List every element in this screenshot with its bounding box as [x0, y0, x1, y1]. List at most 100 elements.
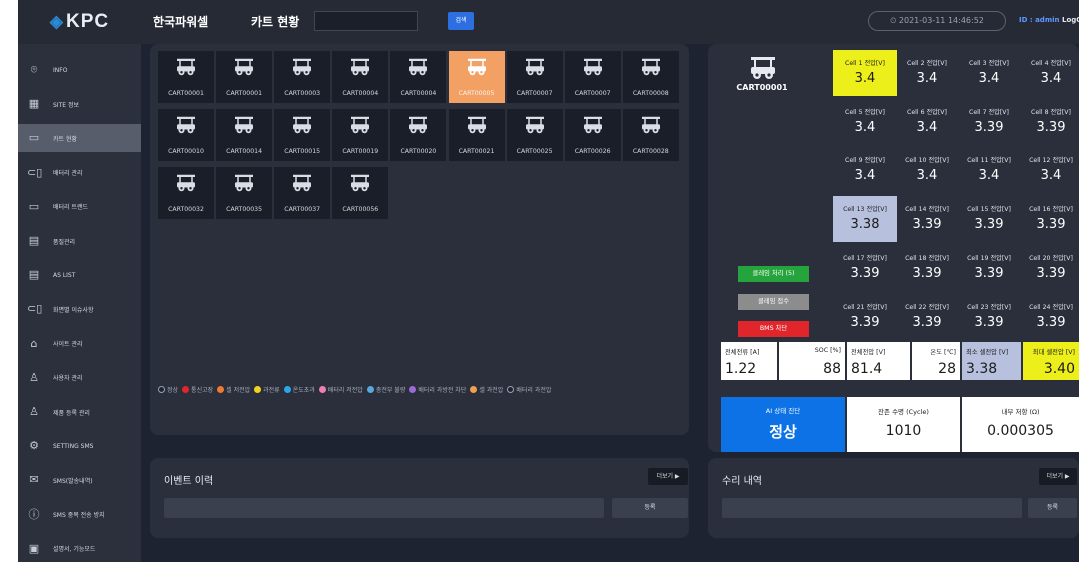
sidebar-item[interactable]: ⌂ 사이트 관리: [18, 330, 141, 358]
cart-tile-label: CART00056: [342, 206, 379, 213]
cart-tile[interactable]: CART00003: [274, 51, 331, 103]
golf-cart-icon: [293, 58, 312, 76]
logout-link[interactable]: LogOut: [1062, 16, 1079, 24]
legend-label: 정상: [167, 387, 179, 394]
cell-voltage: Cell 7 전압[V] 3.39: [957, 99, 1021, 145]
sidebar-item[interactable]: ♙ 제품 등록 관리: [18, 398, 141, 426]
event-more-button[interactable]: 더보기 ▶: [648, 468, 688, 485]
event-input[interactable]: [164, 498, 604, 518]
sidebar: ◈ KPC ⌾ INFO ▦ SITE 정보 ▭ 카트 현황 ⊂▯ 배터리 관리 ▭ 배터리 트랜드…: [18, 0, 141, 562]
cart-tile[interactable]: CART00010: [158, 109, 214, 161]
legend-item: 셀 과전압: [470, 385, 503, 394]
logo[interactable]: ◈ KPC: [18, 0, 141, 44]
summary-stat: SOC [%] 88: [779, 342, 845, 380]
cell-voltage-label: Cell 8 전압[V]: [1031, 108, 1071, 116]
cell-voltage-label: Cell 21 전압[V]: [843, 303, 887, 311]
cell-voltage: Cell 14 전압[V] 3.39: [895, 196, 959, 242]
repair-more-button[interactable]: 더보기 ▶: [1039, 468, 1077, 485]
repair-register-button[interactable]: 등록: [1028, 498, 1077, 518]
status-dot-icon: [158, 386, 165, 393]
status-dot-icon: [470, 386, 478, 393]
event-register-button[interactable]: 등록: [612, 498, 688, 518]
cart-tile[interactable]: CART00001: [216, 51, 273, 103]
legend-label: 배터리 저전압: [327, 387, 363, 394]
claim-receipt-button[interactable]: 클레임 접수: [738, 294, 809, 310]
cart-tile[interactable]: CART00019: [332, 109, 389, 161]
cart-tile[interactable]: CART00001: [158, 51, 214, 103]
cart-tile-label: CART00007: [574, 90, 611, 97]
legend-label: 셀 과전압: [479, 387, 504, 394]
sidebar-item[interactable]: ⓘ SMS 중복 전송 방지: [18, 501, 141, 529]
cart-tile-label: CART00035: [226, 206, 263, 213]
cart-tile[interactable]: CART00035: [216, 167, 273, 219]
sidebar-item[interactable]: ▤ 품질관리: [18, 227, 141, 255]
cart-tile-label: CART00020: [400, 148, 437, 155]
cell-voltage-value: 3.4: [854, 119, 876, 135]
sidebar-item[interactable]: ✉ SMS(발송내역): [18, 466, 141, 494]
cell-voltage: Cell 16 전압[V] 3.39: [1019, 196, 1079, 242]
cart-tile[interactable]: CART00007: [506, 51, 563, 103]
cart-tile[interactable]: CART00056: [332, 167, 389, 219]
sidebar-item[interactable]: ⚙ SETTING SMS: [18, 432, 141, 460]
summary-stat-label: SOC [%]: [814, 347, 841, 354]
claim-process-button[interactable]: 클레임 처리 (5): [738, 266, 809, 282]
cart-tile-label: CART00021: [458, 148, 495, 155]
golf-cart-icon: [235, 116, 254, 134]
cell-voltage-value: 3.39: [1036, 265, 1066, 281]
cart-tile[interactable]: CART00007: [564, 51, 621, 103]
cart-tile-label: CART00003: [284, 90, 321, 97]
summary-stat-value: 3.40: [1043, 361, 1075, 377]
sidebar-item[interactable]: ▦ SITE 정보: [18, 90, 141, 118]
sidebar-item[interactable]: ▤ AS LIST: [18, 261, 141, 289]
monitor-icon: ▭: [28, 131, 40, 145]
status-dot-icon: [507, 386, 515, 393]
sidebar-item[interactable]: ▣ 설명서, 기능모드: [18, 535, 141, 562]
search-button[interactable]: 검색: [448, 12, 474, 30]
cart-tile[interactable]: CART00005: [448, 51, 505, 103]
sidebar-item[interactable]: ⊂▯ 배터리 관리: [18, 159, 141, 187]
repair-input[interactable]: [722, 498, 1022, 518]
cell-voltage-value: 3.4: [978, 71, 1000, 86]
cart-tile-label: CART00001: [226, 90, 263, 97]
document-icon: ▣: [28, 541, 40, 555]
golf-cart-icon: [751, 57, 775, 79]
cart-tile[interactable]: CART00020: [390, 109, 447, 161]
cart-tile[interactable]: CART00015: [274, 109, 331, 161]
sidebar-item-label: 제품 등록 관리: [53, 409, 90, 417]
cart-tile[interactable]: CART00025: [506, 109, 563, 161]
cart-tile[interactable]: CART00004: [390, 51, 447, 103]
golf-cart-icon: [467, 58, 486, 76]
cart-tile-label: CART00010: [168, 148, 204, 155]
user-id: ID : admin: [1019, 16, 1060, 24]
cell-voltage-label: Cell 20 전압[V]: [1029, 254, 1073, 262]
legend-label: 배터리 과방전 차단: [418, 387, 467, 394]
cart-tile[interactable]: CART00037: [274, 167, 331, 219]
cart-tile[interactable]: CART00032: [158, 167, 214, 219]
remaining-life-value: 1010: [885, 423, 922, 439]
clipboard-list-icon: ▤: [28, 268, 40, 282]
sidebar-item[interactable]: ▭ 배터리 트랜드: [18, 193, 141, 221]
cart-tile-label: CART00008: [632, 90, 669, 97]
sidebar-item-label: SETTING SMS: [53, 442, 94, 450]
cart-tile-label: CART00028: [632, 148, 669, 155]
cart-tile[interactable]: CART00026: [564, 109, 621, 161]
cart-tile[interactable]: CART00021: [448, 109, 505, 161]
cell-voltage-label: Cell 12 전압[V]: [1029, 157, 1073, 165]
cell-voltage-value: 3.4: [854, 71, 876, 86]
sidebar-item-label: SMS(발송내역): [53, 477, 93, 485]
search-input[interactable]: [314, 11, 418, 31]
cart-tile[interactable]: CART00014: [216, 109, 273, 161]
cart-tile-label: CART00007: [516, 90, 553, 97]
cart-tile[interactable]: CART00008: [622, 51, 679, 103]
sidebar-item[interactable]: ▭ 카트 현황: [18, 124, 141, 153]
bms-cutoff-button[interactable]: BMS 차단: [738, 321, 809, 337]
sidebar-item[interactable]: ♙ 사용자 관리: [18, 364, 141, 392]
cell-voltage: Cell 1 전압[V] 3.4: [833, 50, 897, 96]
sidebar-item[interactable]: ⌾ INFO: [18, 56, 141, 84]
summary-stat-value: 81.4: [851, 361, 883, 377]
sidebar-item[interactable]: ⊂▯ 화면별 이슈사항: [18, 295, 141, 323]
cart-tile[interactable]: CART00004: [332, 51, 389, 103]
cell-voltage: Cell 10 전압[V] 3.4: [895, 147, 959, 193]
info-circle-icon: ⓘ: [28, 507, 40, 521]
cart-tile[interactable]: CART00028: [622, 109, 679, 161]
